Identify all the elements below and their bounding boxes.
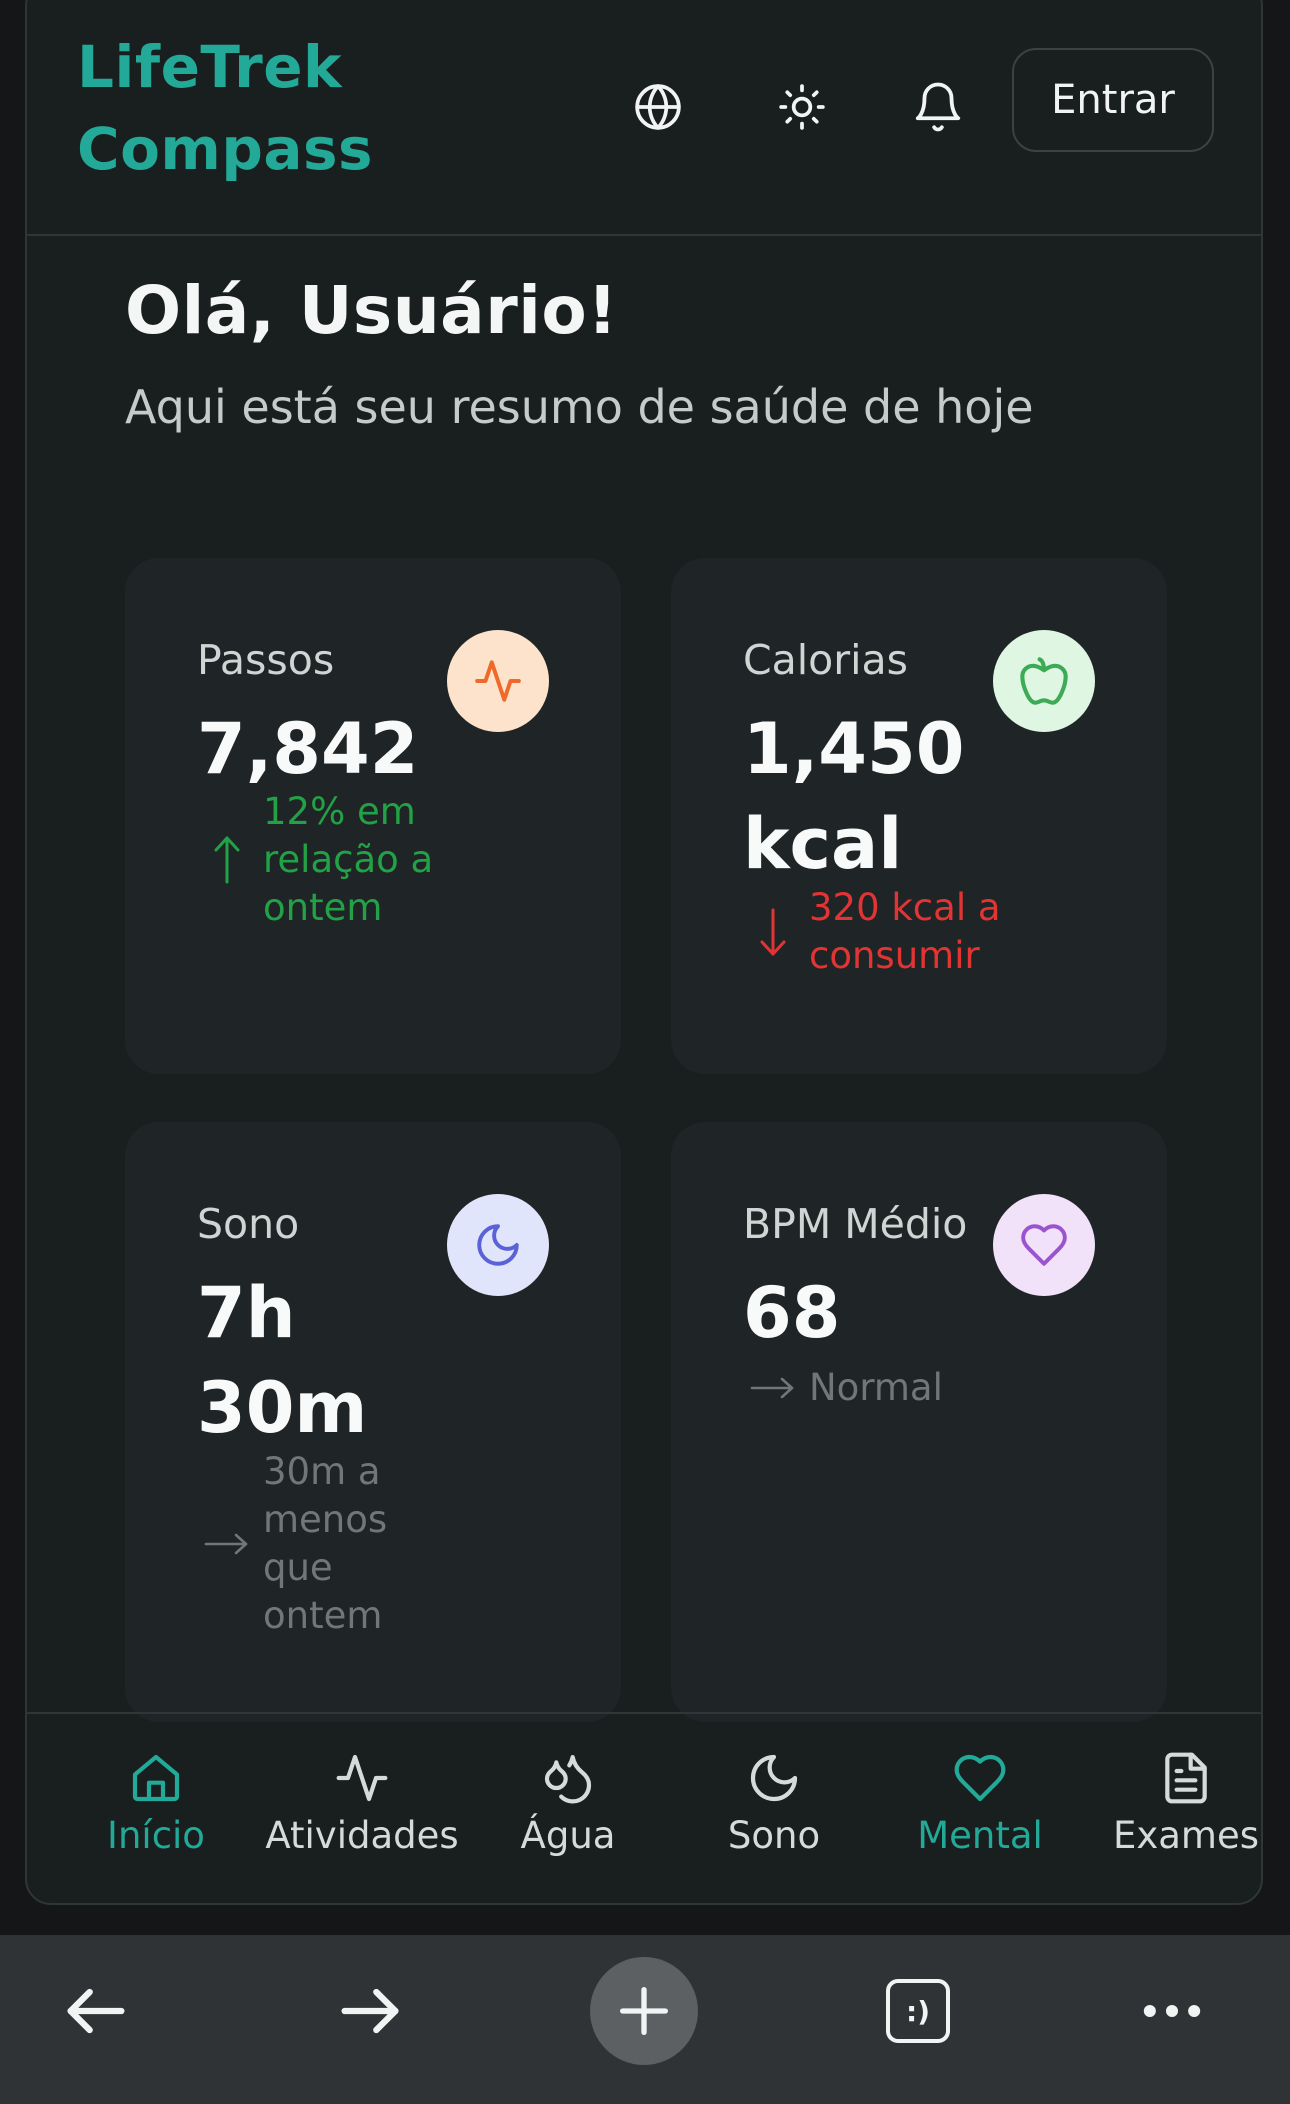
page-title: Olá, Usuário! bbox=[125, 272, 618, 349]
trend-line: 320 kcal a bbox=[809, 886, 1001, 929]
nav-label: Mental bbox=[917, 1814, 1043, 1857]
nav-item-sono[interactable]: Sono bbox=[671, 1714, 877, 1864]
heart-rate-card[interactable]: BPM Médio 68 Normal bbox=[671, 1122, 1167, 1722]
browser-toolbar: :) bbox=[0, 1935, 1290, 2104]
brand-line-2: Compass bbox=[77, 115, 374, 183]
trend-text: 12% em relação a ontem bbox=[263, 788, 433, 932]
card-value-line: kcal bbox=[743, 803, 903, 885]
trend-line: que bbox=[263, 1546, 333, 1589]
bell-icon bbox=[915, 82, 961, 132]
card-label: Passos bbox=[197, 636, 335, 684]
trend-line: consumir bbox=[809, 934, 980, 977]
trend-indicator: 320 kcal a consumir bbox=[743, 884, 1001, 980]
nav-item-atividades[interactable]: Atividades bbox=[259, 1714, 465, 1864]
page-subtitle: Aqui está seu resumo de saúde de hoje bbox=[125, 380, 1034, 434]
heart-icon bbox=[954, 1754, 1006, 1802]
card-icon-badge bbox=[993, 1194, 1095, 1296]
calories-card[interactable]: Calorias 1,450 kcal 320 kcal a consumir bbox=[671, 558, 1167, 1074]
arrow-down-icon bbox=[760, 908, 786, 956]
card-icon-badge bbox=[447, 630, 549, 732]
new-tab-plus-icon bbox=[620, 1987, 668, 2035]
card-value: 7h 30m bbox=[197, 1266, 367, 1456]
trend-line: menos bbox=[263, 1498, 388, 1541]
card-label: BPM Médio bbox=[743, 1200, 968, 1248]
forward-button[interactable] bbox=[316, 1957, 424, 2065]
arrow-right-icon bbox=[750, 1377, 794, 1399]
language-button[interactable] bbox=[627, 76, 689, 138]
file-text-icon bbox=[1165, 1752, 1207, 1804]
home-icon bbox=[132, 1754, 180, 1802]
nav-item-mental[interactable]: Mental bbox=[877, 1714, 1083, 1864]
nav-label: Sono bbox=[727, 1814, 821, 1857]
tab-switcher-glyph: :) bbox=[906, 1994, 930, 2028]
card-value-line: 7,842 bbox=[197, 708, 419, 790]
trend-indicator: 12% em relação a ontem bbox=[197, 788, 433, 932]
trend-indicator: 30m a menos que ontem bbox=[197, 1448, 387, 1640]
back-arrow-icon bbox=[67, 1988, 125, 2034]
tab-switcher-button[interactable]: :) bbox=[864, 1957, 972, 2065]
card-label: Sono bbox=[197, 1200, 300, 1248]
more-menu-button[interactable] bbox=[1118, 1957, 1226, 2065]
new-tab-button[interactable] bbox=[590, 1957, 698, 2065]
sun-icon bbox=[779, 84, 825, 130]
nav-item-exames[interactable]: Exames bbox=[1083, 1714, 1261, 1864]
nav-item-agua[interactable]: Água bbox=[465, 1714, 671, 1864]
bottom-nav: Início Atividades Água Sono Mental Exame… bbox=[27, 1712, 1261, 1903]
trend-text: 320 kcal a consumir bbox=[809, 884, 1001, 980]
nav-label: Início bbox=[107, 1814, 205, 1857]
card-value-line: 1,450 bbox=[743, 708, 965, 790]
trend-line: Normal bbox=[809, 1366, 943, 1409]
nav-label: Água bbox=[520, 1814, 616, 1857]
top-header: LifeTrek Compass Entrar bbox=[27, 2, 1261, 236]
nav-label: Atividades bbox=[265, 1814, 459, 1857]
card-label: Calorias bbox=[743, 636, 908, 684]
activity-icon bbox=[336, 1754, 388, 1802]
login-button[interactable]: Entrar bbox=[1012, 48, 1214, 152]
card-icon-badge bbox=[993, 630, 1095, 732]
card-value: 7,842 bbox=[197, 702, 418, 797]
tab-switcher-icon: :) bbox=[886, 1979, 950, 2043]
app-frame: LifeTrek Compass Entrar Olá, Usuário! Aq… bbox=[25, 0, 1263, 1905]
trend-text: Normal bbox=[809, 1364, 943, 1412]
card-value: 1,450 kcal bbox=[743, 702, 964, 892]
card-value-line: 68 bbox=[743, 1272, 841, 1354]
card-value-line: 7h bbox=[197, 1272, 296, 1354]
theme-toggle-button[interactable] bbox=[771, 76, 833, 138]
notifications-button[interactable] bbox=[907, 76, 969, 138]
heart-icon bbox=[1021, 1224, 1067, 1266]
droplets-icon bbox=[544, 1754, 592, 1804]
arrow-up-icon bbox=[214, 836, 240, 884]
steps-card[interactable]: Passos 7,842 12% em relação a ontem bbox=[125, 558, 621, 1074]
brand-logo[interactable]: LifeTrek Compass bbox=[77, 26, 373, 190]
moon-icon bbox=[750, 1754, 798, 1802]
forward-arrow-icon bbox=[341, 1988, 399, 2034]
back-button[interactable] bbox=[42, 1957, 150, 2065]
card-value-line: 30m bbox=[197, 1367, 368, 1449]
more-menu-icon bbox=[1143, 2004, 1201, 2018]
activity-icon bbox=[475, 660, 521, 702]
trend-line: 30m a bbox=[263, 1450, 381, 1493]
trend-text: 30m a menos que ontem bbox=[263, 1448, 387, 1640]
nav-item-inicio[interactable]: Início bbox=[53, 1714, 259, 1864]
brand-line-1: LifeTrek bbox=[77, 33, 343, 101]
arrow-right-icon bbox=[204, 1533, 248, 1555]
sleep-card[interactable]: Sono 7h 30m 30m a menos que ontem bbox=[125, 1122, 621, 1722]
nav-label: Exames bbox=[1112, 1814, 1260, 1857]
moon-icon bbox=[477, 1224, 519, 1266]
trend-line: ontem bbox=[263, 1594, 383, 1637]
card-value: 68 bbox=[743, 1266, 840, 1361]
globe-icon bbox=[635, 84, 681, 130]
trend-line: 12% em bbox=[263, 790, 416, 833]
trend-indicator: Normal bbox=[743, 1358, 943, 1418]
card-icon-badge bbox=[447, 1194, 549, 1296]
trend-line: ontem bbox=[263, 886, 383, 929]
trend-line: relação a bbox=[263, 838, 434, 881]
apple-icon bbox=[1020, 657, 1068, 705]
